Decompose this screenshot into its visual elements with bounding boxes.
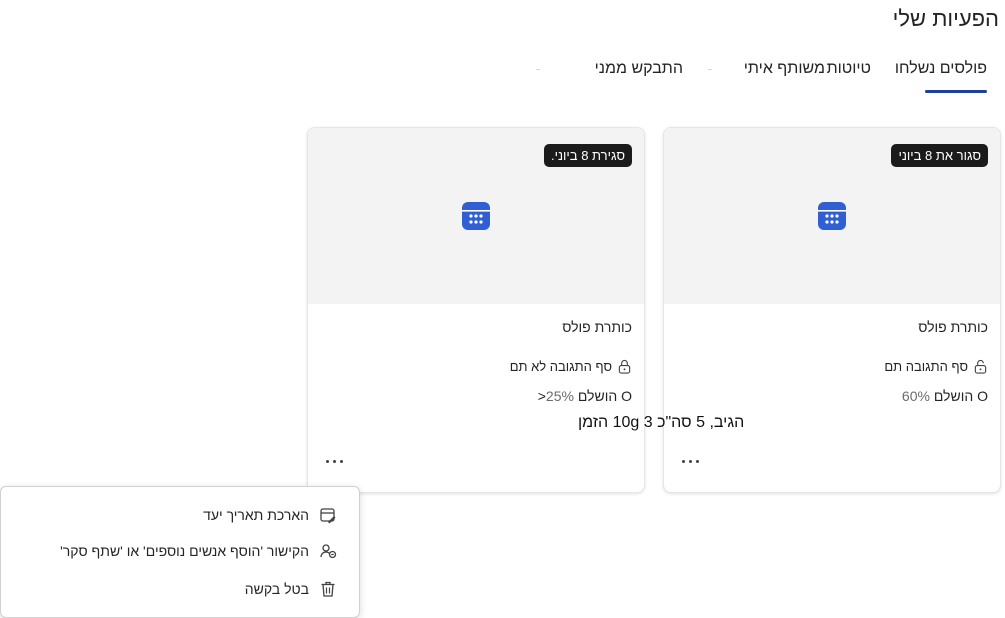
- tab-drafts[interactable]: טיוטות: [827, 60, 871, 78]
- calendar-icon: [462, 202, 490, 230]
- threshold-text: סף התגובה לא תם: [509, 359, 612, 374]
- menu-item-cancel-request[interactable]: בטל בקשה: [245, 580, 337, 598]
- card-title: כותרת פולס: [918, 319, 988, 335]
- completion-status: O הושלם: [577, 388, 632, 404]
- lock-icon: [618, 359, 631, 374]
- completion-percent: 60%: [901, 388, 930, 404]
- people-link-icon: [320, 544, 337, 559]
- completion-prefix: <: [537, 388, 546, 404]
- lock-open-icon: [974, 359, 987, 374]
- pulse-card[interactable]: סגור את 8 ביוני כותרת פולס סף התגובה תם …: [663, 127, 1001, 493]
- tab-separator: [708, 69, 712, 70]
- response-threshold: סף התגובה לא תם: [510, 359, 632, 374]
- response-threshold: סף התגובה תם: [884, 359, 988, 374]
- completion-row: O הושלם 60%: [902, 388, 988, 404]
- menu-item-extend-due-date[interactable]: הארכת תאריך יעד: [203, 506, 337, 524]
- tab-separator: [536, 69, 540, 70]
- menu-item-label: הקישור 'הוסף אנשים נוספים' או 'שתף סקר': [60, 543, 309, 559]
- tab-pulses-sent[interactable]: פולסים נשלחו: [895, 60, 987, 78]
- card-title: כותרת פולס: [562, 319, 632, 335]
- completion-row: O הושלם 25%<: [538, 388, 632, 404]
- more-options-button[interactable]: [680, 454, 702, 468]
- response-summary-text: הגיב, 5 סה"כ 3 10g הזמן: [578, 414, 745, 431]
- menu-item-copy-link[interactable]: הקישור 'הוסף אנשים נוספים' או 'שתף סקר': [60, 542, 337, 560]
- status-badge: סגור את 8 ביוני: [891, 144, 988, 167]
- tab-shared-with-me[interactable]: משותף איתי: [744, 60, 825, 78]
- calendar-edit-icon: [320, 508, 336, 524]
- tab-requested-from-me[interactable]: התבקש ממני: [595, 60, 683, 78]
- completion-status: O הושלם: [933, 388, 988, 404]
- completion-percent: 25%: [545, 388, 574, 404]
- more-options-button[interactable]: [324, 454, 346, 468]
- context-menu: הארכת תאריך יעד הקישור 'הוסף אנשים נוספי…: [0, 486, 360, 618]
- page-title: הפעיות שלי: [892, 6, 999, 31]
- selected-tab-indicator: [925, 90, 987, 93]
- menu-item-label: הארכת תאריך יעד: [203, 507, 309, 523]
- threshold-text: סף התגובה תם: [884, 359, 968, 374]
- calendar-icon: [818, 202, 846, 230]
- trash-icon: [321, 581, 335, 597]
- status-badge: סגירת 8 ביוני.: [544, 144, 632, 167]
- pulse-card[interactable]: סגירת 8 ביוני. כותרת פולס סף התגובה לא ת…: [307, 127, 645, 493]
- menu-item-label: בטל בקשה: [244, 581, 309, 597]
